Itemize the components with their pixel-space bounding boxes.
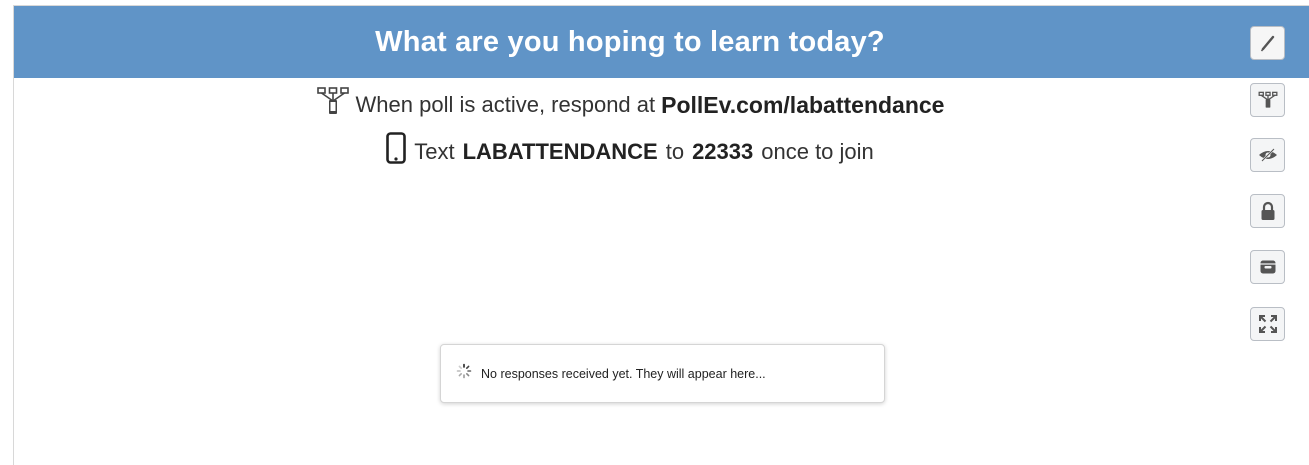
text-keyword: LABATTENDANCE	[462, 139, 658, 164]
hide-responses-button[interactable]	[1250, 138, 1285, 172]
response-instructions: When poll is active, respond at PollEv.c…	[0, 86, 1260, 172]
poll-url[interactable]: PollEv.com/labattendance	[661, 90, 944, 120]
phone-icon	[386, 132, 407, 172]
text-to: to	[665, 139, 685, 164]
text-prefix: Text	[414, 139, 455, 164]
network-icon	[316, 86, 350, 124]
archive-button[interactable]	[1250, 250, 1285, 284]
activate-poll-icon	[1258, 91, 1278, 109]
text-number: 22333	[692, 139, 754, 164]
text-instruction: Text LABATTENDANCE to 22333 once to join	[0, 132, 1260, 172]
activate-poll-button[interactable]	[1250, 83, 1285, 117]
lock-icon	[1259, 201, 1277, 221]
no-responses-message: No responses received yet. They will app…	[481, 366, 766, 381]
text-suffix: once to join	[761, 139, 874, 164]
responses-placeholder: No responses received yet. They will app…	[440, 344, 885, 403]
loading-spinner-icon	[456, 363, 472, 384]
fullscreen-button[interactable]	[1250, 307, 1285, 341]
lock-button[interactable]	[1250, 194, 1285, 228]
poll-title: What are you hoping to learn today?	[375, 25, 885, 58]
archive-icon	[1259, 258, 1277, 276]
web-instruction: When poll is active, respond at PollEv.c…	[0, 86, 1260, 124]
poll-header: What are you hoping to learn today?	[14, 6, 1246, 78]
web-prefix: When poll is active, respond at	[355, 92, 656, 117]
pen-icon	[1258, 33, 1278, 53]
edit-button[interactable]	[1250, 26, 1285, 60]
hide-icon	[1258, 147, 1278, 163]
fullscreen-icon	[1258, 314, 1278, 334]
